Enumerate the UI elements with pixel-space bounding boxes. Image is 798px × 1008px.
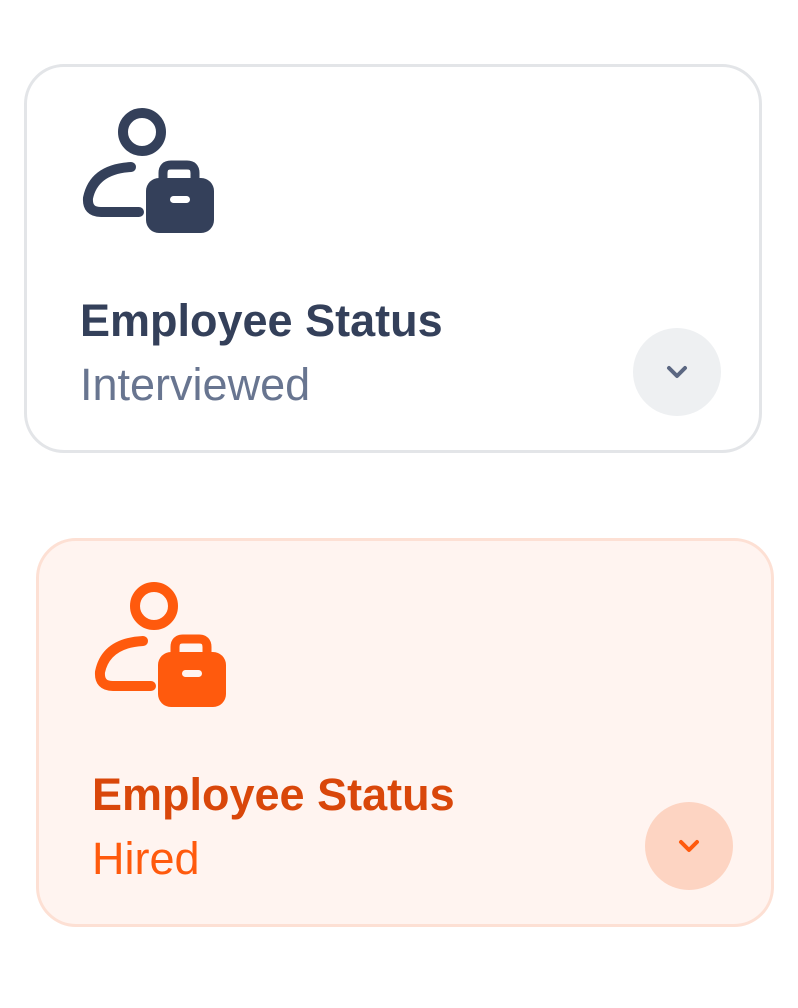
employee-briefcase-icon bbox=[79, 105, 219, 237]
employee-briefcase-icon bbox=[91, 579, 231, 711]
dropdown-button[interactable] bbox=[645, 802, 733, 890]
employee-status-card-hired[interactable]: Employee Status Hired bbox=[36, 538, 774, 927]
chevron-down-icon bbox=[679, 840, 699, 852]
card-title: Employee Status bbox=[80, 295, 443, 346]
chevron-down-icon bbox=[667, 366, 687, 378]
employee-status-card-interviewed[interactable]: Employee Status Interviewed bbox=[24, 64, 762, 453]
status-value: Interviewed bbox=[80, 359, 311, 410]
card-title: Employee Status bbox=[92, 769, 455, 820]
dropdown-button[interactable] bbox=[633, 328, 721, 416]
status-value: Hired bbox=[92, 833, 200, 884]
